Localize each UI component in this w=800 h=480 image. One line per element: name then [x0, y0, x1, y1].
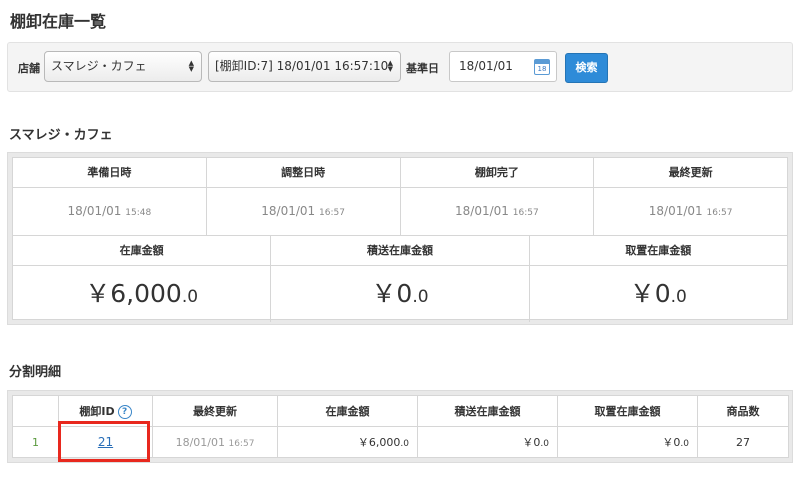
cell-header: 最終更新	[594, 158, 787, 188]
amount-decimal: .0	[400, 439, 409, 449]
last-updated-cell: 最終更新 18/01/01 16:57	[594, 158, 787, 235]
cell-header: 在庫金額	[13, 236, 271, 266]
date-text: 18/01/01	[455, 204, 509, 218]
inventory-complete-cell: 棚卸完了 18/01/01 16:57	[400, 158, 595, 235]
inventory-select[interactable]: [棚卸ID:7] 18/01/01 16:57:10 ▲ ▼	[208, 51, 401, 82]
calendar-day: 18	[537, 65, 547, 73]
transit-amount-cell: ￥0.0	[417, 426, 558, 458]
highlight-box	[58, 421, 150, 462]
cell-value: 18/01/01 16:57	[401, 188, 594, 235]
amount-decimal: .0	[670, 287, 687, 307]
filter-bar: 店舗 スマレジ・カフェ ▲ ▼ [棚卸ID:7] 18/01/01 16:57:1…	[7, 42, 793, 92]
cell-value: 18/01/01 15:48	[13, 188, 206, 235]
column-header-no	[12, 395, 59, 427]
amount-decimal: .0	[540, 439, 549, 449]
summary-amounts-row: 在庫金額 ￥6,000.0 積送在庫金額 ￥0.0 取置在庫金額 ￥0.0	[13, 236, 787, 322]
store-select-value: スマレジ・カフェ	[51, 59, 147, 73]
amount-integer: ￥0	[629, 279, 671, 308]
cell-header: 取置在庫金額	[529, 236, 787, 266]
cell-value: 18/01/01 16:57	[594, 188, 787, 235]
column-header-item-count: 商品数	[697, 395, 789, 427]
amount-integer: ￥6,000	[85, 279, 182, 308]
time-text: 16:57	[319, 208, 345, 218]
base-date-value: 18/01/01	[459, 59, 513, 73]
time-text: 16:57	[512, 208, 539, 218]
store-section-title: スマレジ・カフェ	[9, 128, 113, 143]
last-updated-cell: 18/01/01 16:57	[152, 426, 278, 458]
amount-value: ￥0.0	[530, 266, 787, 322]
date-text: 18/01/01	[261, 204, 316, 218]
select-arrows-icon: ▲ ▼	[387, 59, 393, 73]
transit-stock-amount-cell: 積送在庫金額 ￥0.0	[271, 236, 530, 322]
column-header-reserved-amount: 取置在庫金額	[557, 395, 698, 427]
amount-value: ￥0.0	[271, 266, 528, 322]
cell-value: 18/01/01 16:57	[207, 188, 400, 235]
reserved-stock-amount-cell: 取置在庫金額 ￥0.0	[529, 236, 787, 322]
adjust-datetime-cell: 調整日時 18/01/01 16:57	[206, 158, 401, 235]
amount-integer: ￥6,000	[357, 436, 401, 449]
time-text: 16:57	[706, 208, 733, 218]
select-arrows-icon: ▲ ▼	[188, 59, 194, 73]
date-text: 18/01/01	[175, 435, 225, 449]
row-number: 1	[12, 426, 59, 458]
amount-value: ￥6,000.0	[13, 266, 270, 322]
detail-section-title: 分割明細	[9, 365, 62, 380]
base-date-input[interactable]: 18/01/01 18	[449, 51, 557, 82]
stock-amount-cell: 在庫金額 ￥6,000.0	[13, 236, 272, 322]
time-text: 15:48	[125, 208, 152, 218]
column-header-last-updated: 最終更新	[152, 395, 278, 427]
column-header-stock-amount: 在庫金額	[277, 395, 418, 427]
search-button[interactable]: 検索	[565, 53, 608, 83]
amount-integer: ￥0	[662, 436, 681, 449]
base-date-label: 基準日	[406, 62, 439, 75]
date-text: 18/01/01	[67, 204, 122, 218]
amount-decimal: .0	[412, 287, 429, 307]
cell-header: 準備日時	[13, 158, 206, 188]
amount-decimal: .0	[680, 439, 689, 449]
header-label: 棚卸ID	[79, 405, 115, 418]
amount-integer: ￥0	[371, 279, 413, 308]
cell-header: 調整日時	[206, 158, 400, 188]
help-icon[interactable]: ?	[117, 405, 132, 419]
page-title: 棚卸在庫一覧	[10, 12, 107, 31]
date-text: 18/01/01	[648, 204, 703, 218]
item-count-cell: 27	[697, 426, 789, 458]
stock-amount-cell: ￥6,000.0	[277, 426, 418, 458]
amount-integer: ￥0	[522, 436, 541, 449]
cell-header: 積送在庫金額	[271, 236, 529, 266]
time-text: 16:57	[228, 438, 255, 449]
amount-decimal: .0	[181, 287, 199, 307]
store-label: 店舗	[18, 62, 40, 75]
column-header-transit-amount: 積送在庫金額	[417, 395, 558, 427]
prepare-datetime-cell: 準備日時 18/01/01 15:48	[13, 158, 207, 235]
inventory-select-value: [棚卸ID:7] 18/01/01 16:57:10	[215, 59, 389, 73]
summary-panel: 準備日時 18/01/01 15:48 調整日時 18/01/01 16:57 …	[7, 152, 793, 325]
summary-grid: 準備日時 18/01/01 15:48 調整日時 18/01/01 16:57 …	[12, 157, 788, 322]
summary-dates-row: 準備日時 18/01/01 15:48 調整日時 18/01/01 16:57 …	[13, 158, 787, 236]
calendar-icon[interactable]: 18	[534, 59, 550, 75]
cell-header: 棚卸完了	[400, 158, 594, 188]
store-select[interactable]: スマレジ・カフェ ▲ ▼	[44, 51, 202, 82]
reserved-amount-cell: ￥0.0	[557, 426, 698, 458]
